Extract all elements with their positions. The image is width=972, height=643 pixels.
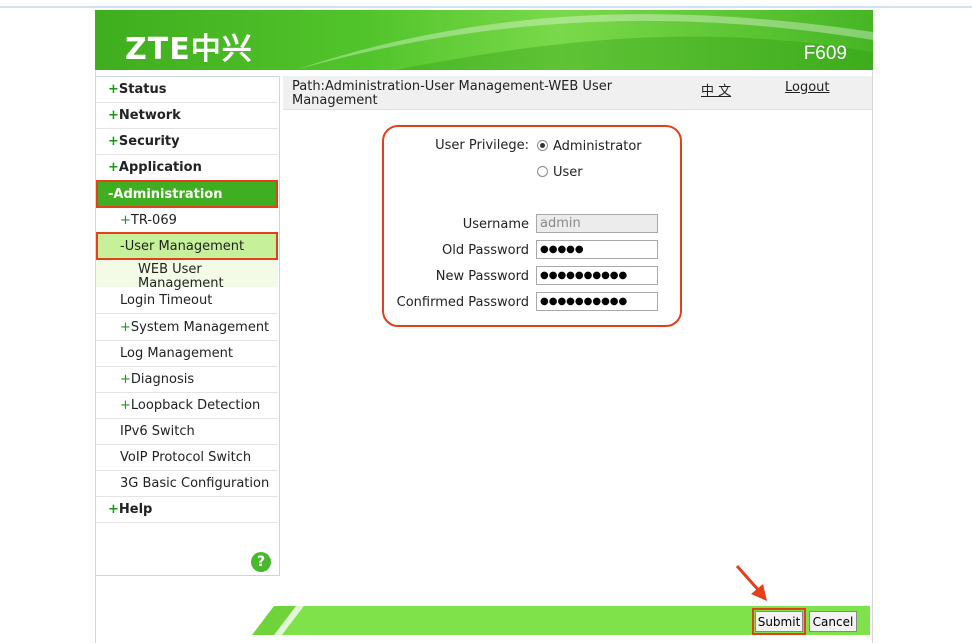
sidebar-item-label: Log Management [120,346,233,361]
sidebar-item-label: Security [118,134,180,149]
sidebar-item-login-timeout[interactable]: Login Timeout [96,288,278,314]
sidebar-item-voip-protocol-switch[interactable]: VoIP Protocol Switch [96,445,278,471]
expand-plus-icon: + [108,134,119,149]
expand-plus-icon: + [120,213,131,228]
expand-plus-icon: + [120,320,131,335]
sidebar-item-tr069[interactable]: + TR-069 [96,208,278,234]
radio-user-label: User [553,165,583,180]
sidebar-item-label: Loopback Detection [130,398,261,413]
expand-plus-icon: + [108,160,119,175]
privilege-label: User Privilege: [435,138,529,153]
sidebar-item-label: System Management [130,320,270,335]
sidebar-item-label: Administration [113,186,223,202]
radio-user[interactable] [537,166,548,177]
sidebar-item-network[interactable]: + Network [96,103,278,129]
sidebar-item-help[interactable]: + Help [96,497,278,523]
sidebar-item-web-user-management[interactable]: WEB User Management [96,260,278,291]
expand-plus-icon: + [108,502,119,517]
header-banner: ZTE中兴 F609 [95,10,873,70]
sidebar-item-label: Status [118,82,167,97]
sidebar-item-administration[interactable]: - Administration [96,180,278,208]
sidebar-item-application[interactable]: + Application [96,155,278,181]
zte-logo: ZTE中兴 [125,32,253,67]
sidebar-nav: + Status + Network + Security + Application … [96,76,280,576]
sidebar-item-label: Application [118,160,202,175]
sidebar-item-status[interactable]: + Status [96,77,278,103]
expand-plus-icon: + [120,398,131,413]
browser-top-line [0,6,972,8]
expand-plus-icon: + [108,108,119,123]
sidebar-item-3g-basic-configuration[interactable]: 3G Basic Configuration [96,471,278,497]
language-link[interactable]: 中 文 [701,80,731,99]
help-icon[interactable]: ? [251,552,271,572]
red-arrow-annotation [735,565,767,601]
sidebar-item-loopback-detection[interactable]: + Loopback Detection [96,393,278,419]
username-label: Username [462,217,529,232]
confirm-password-field[interactable]: ●●●●●●●●●● [536,292,658,311]
breadcrumb: Path:Administration-User Management-WEB … [292,79,613,108]
sidebar-item-log-management[interactable]: Log Management [96,341,278,367]
sidebar-item-label: Login Timeout [120,293,213,308]
sidebar-item-system-management[interactable]: + System Management [96,315,278,341]
expand-plus-icon: + [120,372,131,387]
sidebar-item-label: TR-069 [130,213,177,228]
new-password-field[interactable]: ●●●●●●●●●● [536,266,658,285]
sidebar-item-security[interactable]: + Security [96,129,278,155]
sidebar-item-diagnosis[interactable]: + Diagnosis [96,367,278,393]
new-password-label: New Password [435,269,529,284]
old-password-label: Old Password [442,243,529,258]
old-password-field[interactable]: ●●●●● [536,240,658,259]
sidebar-item-user-management[interactable]: - User Management [96,232,278,260]
radio-administrator-label: Administrator [553,139,642,154]
sidebar-item-ipv6-switch[interactable]: IPv6 Switch [96,419,278,445]
expand-plus-icon: + [108,82,119,97]
radio-administrator[interactable] [537,140,548,151]
sidebar-item-label: 3G Basic Configuration [120,476,270,491]
path-bar: Path:Administration-User Management-WEB … [283,76,872,110]
sidebar-item-label: Help [118,502,153,517]
sidebar-item-label: IPv6 Switch [120,424,195,439]
confirm-password-label: Confirmed Password [396,295,529,310]
submit-button[interactable]: Submit [752,608,806,635]
sidebar-item-label: Diagnosis [130,372,195,387]
sidebar-item-label: Network [118,108,181,123]
cancel-button[interactable]: Cancel [809,611,857,632]
sidebar-item-label: VoIP Protocol Switch [120,450,252,465]
username-field[interactable]: admin [536,214,658,233]
sidebar-item-label: User Management [124,238,245,254]
device-model: F609 [803,43,847,64]
logout-link[interactable]: Logout [785,80,830,95]
sidebar-item-label: WEB User Management [138,262,224,291]
